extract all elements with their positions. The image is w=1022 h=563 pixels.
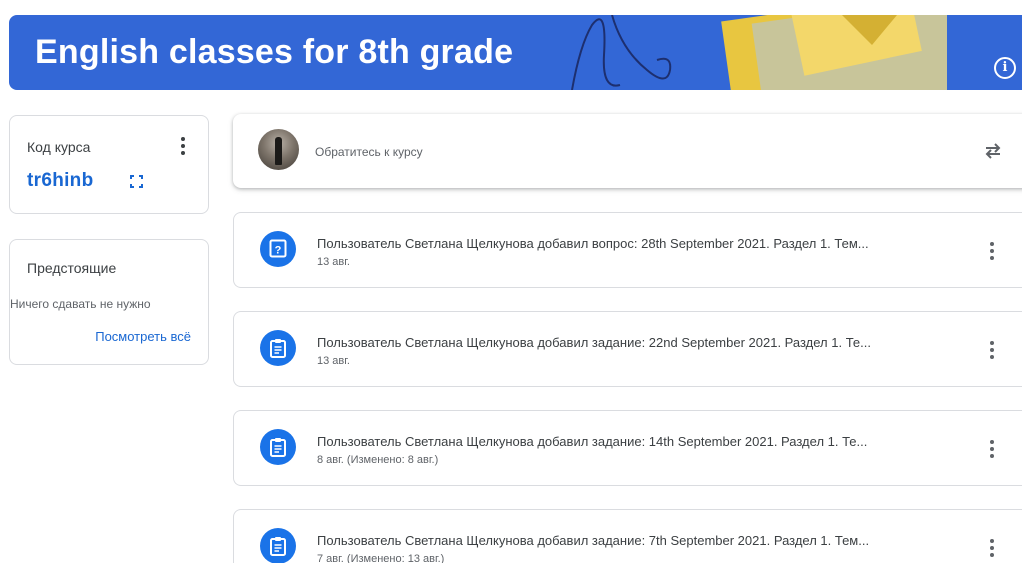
- upcoming-empty-text: Ничего сдавать не нужно: [10, 297, 151, 311]
- course-code-label: Код курса: [27, 139, 91, 155]
- course-code-value: tr6hinb: [27, 170, 94, 191]
- svg-text:?: ?: [275, 245, 282, 257]
- stream-post-assignment[interactable]: Пользователь Светлана Щелкунова добавил …: [233, 311, 1022, 387]
- more-vert-icon[interactable]: [989, 538, 995, 558]
- post-title[interactable]: Пользователь Светлана Щелкунова добавил …: [317, 533, 967, 548]
- announce-box[interactable]: Обратитесь к курсу: [233, 114, 1022, 188]
- banner-illustration: [571, 15, 1022, 90]
- announce-placeholder[interactable]: Обратитесь к курсу: [315, 145, 423, 159]
- post-date: 13 авг.: [317, 355, 350, 367]
- post-date: 13 авг.: [317, 256, 350, 268]
- course-title: English classes for 8th grade: [35, 33, 514, 71]
- fullscreen-icon[interactable]: [130, 175, 143, 188]
- view-all-link[interactable]: Посмотреть всё: [95, 329, 191, 344]
- stream-post-question[interactable]: ? Пользователь Светлана Щелкунова добави…: [233, 212, 1022, 288]
- course-banner: English classes for 8th grade i: [9, 15, 1022, 90]
- upcoming-title: Предстоящие: [27, 260, 117, 276]
- more-vert-icon[interactable]: [989, 340, 995, 360]
- repost-icon[interactable]: [983, 140, 1003, 162]
- post-date: 8 авг. (Изменено: 8 авг.): [317, 454, 439, 466]
- stream-post-assignment[interactable]: Пользователь Светлана Щелкунова добавил …: [233, 410, 1022, 486]
- course-code-card: Код курса tr6hinb: [9, 115, 209, 214]
- assignment-icon: [260, 429, 296, 465]
- avatar: [258, 129, 299, 170]
- question-icon: ?: [260, 231, 296, 267]
- more-vert-icon[interactable]: [180, 136, 186, 156]
- stream-post-assignment[interactable]: Пользователь Светлана Щелкунова добавил …: [233, 509, 1022, 563]
- more-vert-icon[interactable]: [989, 241, 995, 261]
- assignment-icon: [260, 330, 296, 366]
- post-title[interactable]: Пользователь Светлана Щелкунова добавил …: [317, 335, 967, 350]
- info-icon[interactable]: i: [994, 57, 1016, 79]
- assignment-icon: [260, 528, 296, 563]
- post-title[interactable]: Пользователь Светлана Щелкунова добавил …: [317, 236, 967, 251]
- more-vert-icon[interactable]: [989, 439, 995, 459]
- upcoming-card: Предстоящие Ничего сдавать не нужно Посм…: [9, 239, 209, 365]
- post-title[interactable]: Пользователь Светлана Щелкунова добавил …: [317, 434, 967, 449]
- post-date: 7 авг. (Изменено: 13 авг.): [317, 553, 445, 563]
